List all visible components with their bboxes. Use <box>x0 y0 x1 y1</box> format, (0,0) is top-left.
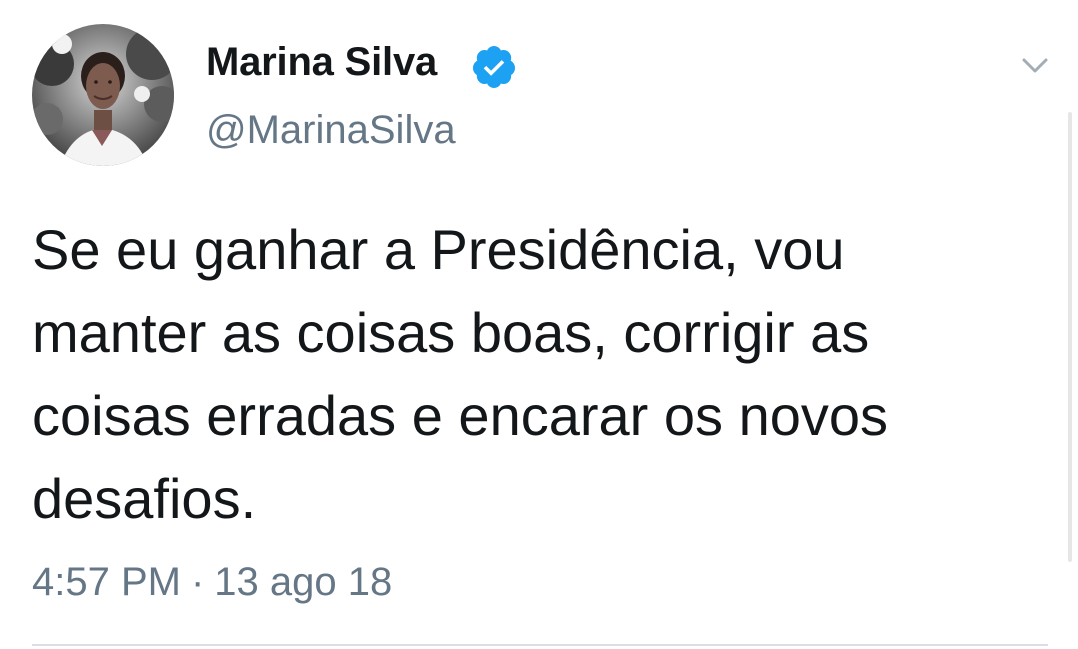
divider <box>32 644 1048 646</box>
timestamp-separator: · <box>190 560 205 604</box>
avatar-image <box>32 24 174 166</box>
display-name[interactable]: Marina Silva <box>206 40 437 85</box>
user-handle[interactable]: @MarinaSilva <box>206 108 456 153</box>
tweet-card: Marina Silva @MarinaSilva Se eu ganhar a… <box>0 0 1078 649</box>
avatar[interactable] <box>32 24 174 166</box>
tweet-date[interactable]: 13 ago 18 <box>214 560 392 604</box>
verified-badge-icon <box>472 46 515 88</box>
chevron-down-icon[interactable] <box>1012 46 1058 86</box>
scrollbar[interactable] <box>1068 112 1072 562</box>
tweet-text: Se eu ganhar a Presidência, vou manter a… <box>32 218 888 530</box>
tweet-timestamp: 4:57 PM · 13 ago 18 <box>32 560 392 605</box>
tweet-time[interactable]: 4:57 PM <box>32 560 181 604</box>
